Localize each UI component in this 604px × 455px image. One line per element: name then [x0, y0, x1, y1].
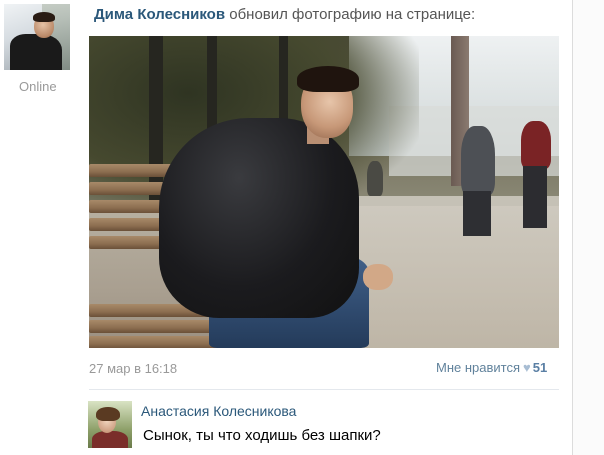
photo-person-jacket — [159, 118, 359, 318]
online-status: Online — [19, 79, 57, 94]
like-count: 51 — [532, 360, 548, 375]
avatar-hair — [96, 407, 120, 421]
author-name-link[interactable]: Дима Колесников — [94, 6, 225, 23]
like-label: Мне нравится — [436, 360, 521, 375]
comment-author-avatar[interactable] — [88, 401, 132, 448]
comment-author-link[interactable]: Анастасия Колесникова — [141, 403, 296, 419]
photo-walker — [461, 126, 495, 196]
heart-icon: ♥ — [523, 360, 531, 375]
avatar-body — [92, 431, 128, 448]
photo-walker-legs — [523, 166, 547, 228]
photo-walker-legs — [463, 191, 491, 236]
post-date-link[interactable]: 27 мар в 16:18 — [89, 361, 177, 376]
right-column-background — [573, 0, 604, 455]
comments-divider — [89, 389, 559, 390]
avatar-body — [10, 34, 62, 70]
photo-person-hand — [363, 264, 393, 290]
post-photo[interactable] — [89, 36, 559, 348]
post-action-text: обновил фотографию на странице: — [229, 6, 476, 23]
avatar-hair — [33, 12, 55, 22]
photo-walker — [521, 121, 551, 169]
photo-distant-person — [367, 161, 383, 196]
author-avatar[interactable] — [4, 4, 70, 70]
photo-person-hair — [297, 66, 359, 92]
comment-text: Сынок, ты что ходишь без шапки? — [143, 427, 381, 444]
like-button[interactable]: Мне нравится ♥ 51 — [436, 360, 547, 375]
post-header: Дима Колесников обновил фотографию на ст… — [94, 6, 475, 23]
right-column-border — [572, 0, 573, 455]
